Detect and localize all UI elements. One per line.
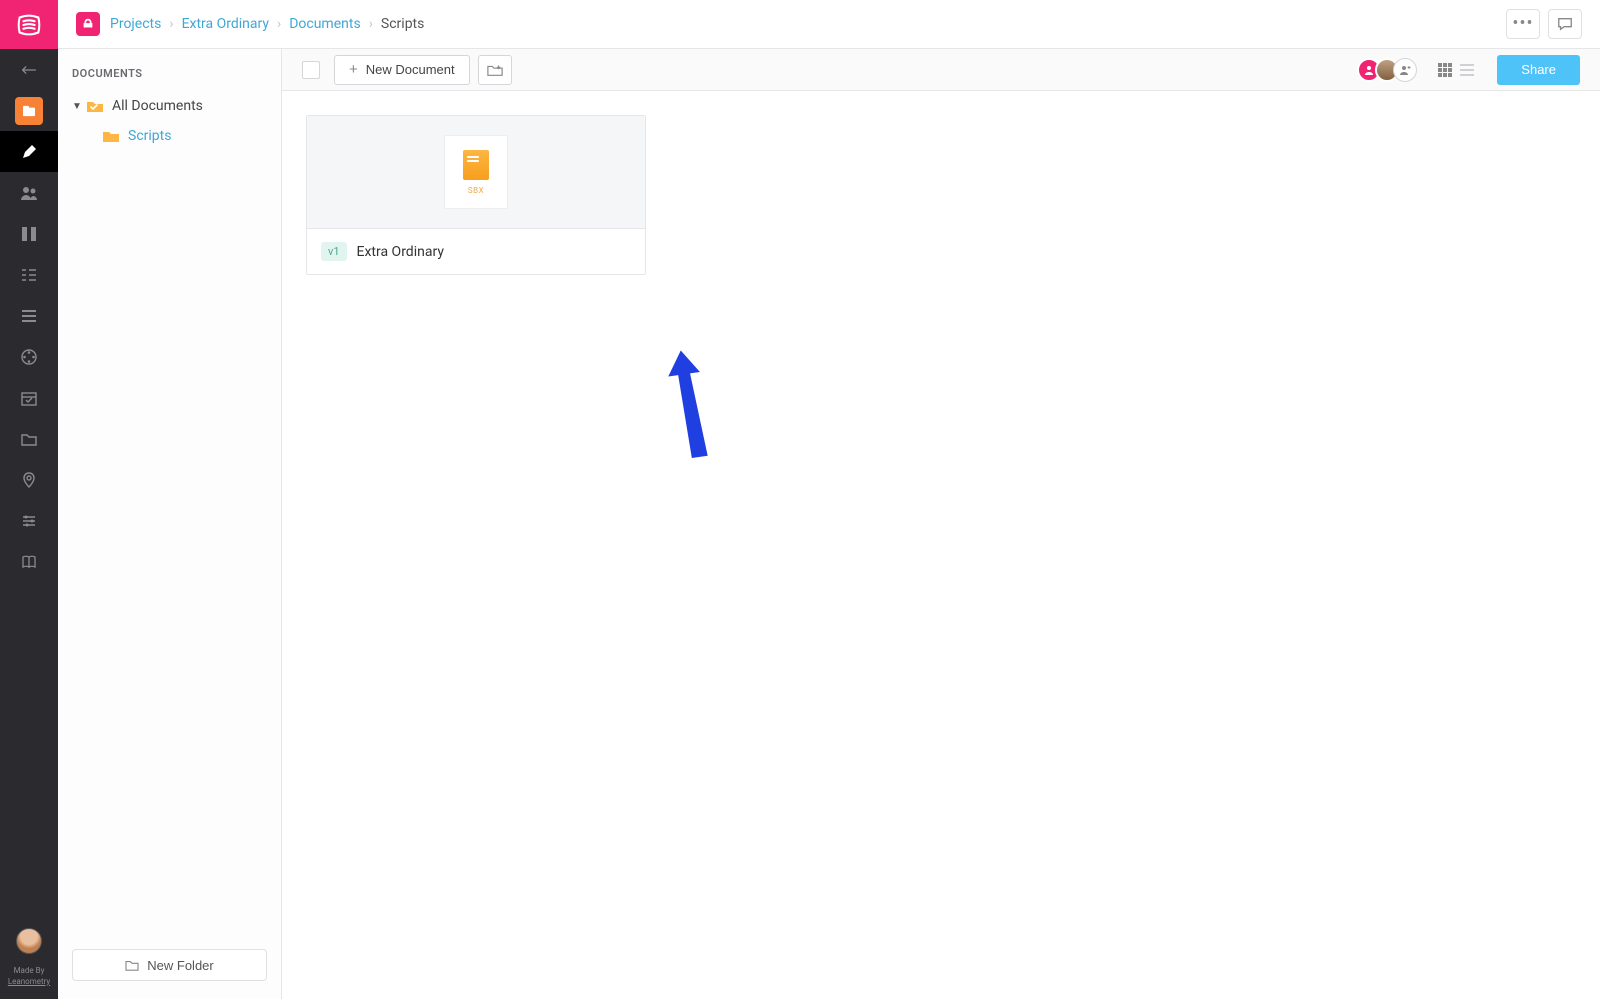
documents-icon [15, 97, 43, 125]
tree-root-label: All Documents [112, 98, 203, 114]
new-document-button[interactable]: + New Document [334, 55, 470, 85]
tree-scripts[interactable]: Scripts [72, 124, 267, 148]
project-badge[interactable] [76, 12, 100, 36]
chat-button[interactable] [1548, 9, 1582, 39]
location-icon[interactable] [0, 459, 58, 500]
pencil-icon[interactable] [0, 131, 58, 172]
grid-view-button[interactable] [1435, 60, 1455, 80]
breadcrumb: Projects › Extra Ordinary › Documents › … [110, 16, 424, 32]
add-collaborator-button[interactable] [1393, 58, 1417, 82]
document-title: Extra Ordinary [357, 244, 444, 260]
chevron-right-icon: › [169, 16, 173, 32]
breadcrumb-project[interactable]: Extra Ordinary [182, 16, 269, 32]
folder-icon [102, 129, 120, 143]
sidebar-item-documents[interactable] [0, 90, 58, 131]
version-badge: v1 [321, 242, 347, 261]
new-folder-label: New Folder [147, 958, 213, 973]
app-logo[interactable] [0, 0, 58, 49]
reel-icon[interactable] [0, 336, 58, 377]
calendar-icon[interactable] [0, 377, 58, 418]
collaborator-avatars [1363, 58, 1417, 82]
new-folder-toolbar-button[interactable] [478, 55, 512, 85]
thumb-tag: SBX [468, 186, 484, 195]
folder-plus-icon [487, 63, 503, 77]
chevron-right-icon: › [369, 16, 373, 32]
made-by-credit: Made By Leanometry [8, 966, 50, 987]
list-view-button[interactable] [1457, 60, 1477, 80]
chat-icon [1556, 16, 1574, 32]
back-arrow-icon[interactable] [0, 49, 58, 90]
list-icon[interactable] [0, 295, 58, 336]
book-icon[interactable] [0, 541, 58, 582]
documents-heading: DOCUMENTS [72, 67, 267, 80]
document-meta: v1 Extra Ordinary [307, 228, 645, 274]
user-avatar[interactable] [16, 928, 42, 954]
more-button[interactable]: ••• [1506, 9, 1540, 39]
new-document-label: New Document [366, 62, 455, 77]
share-button[interactable]: Share [1497, 55, 1580, 85]
plus-icon: + [349, 61, 358, 78]
top-bar: Projects › Extra Ordinary › Documents › … [58, 0, 1600, 49]
folder-outline-icon [125, 959, 139, 971]
breadcrumb-projects[interactable]: Projects [110, 16, 161, 32]
chevron-right-icon: › [277, 16, 281, 32]
main-area: SBX v1 Extra Ordinary [282, 91, 1600, 999]
annotation-arrow [660, 342, 716, 466]
people-icon[interactable] [0, 172, 58, 213]
breadcrumb-current: Scripts [381, 16, 424, 32]
boards-icon[interactable] [0, 213, 58, 254]
user-plus-icon [1399, 64, 1411, 76]
toolbar: + New Document Share [282, 49, 1600, 91]
sliders-icon[interactable] [0, 500, 58, 541]
documents-panel: DOCUMENTS ▼ All Documents Scripts New Fo… [58, 49, 282, 999]
folder-icon[interactable] [0, 418, 58, 459]
tasks-icon[interactable] [0, 254, 58, 295]
view-toggle [1435, 60, 1477, 80]
document-thumbnail: SBX [307, 116, 645, 228]
book-icon [463, 150, 489, 180]
caret-down-icon: ▼ [72, 101, 82, 112]
icon-sidebar: Made By Leanometry [0, 0, 58, 999]
folder-check-icon [86, 99, 104, 113]
tree-all-documents[interactable]: ▼ All Documents [72, 94, 267, 118]
breadcrumb-documents[interactable]: Documents [289, 16, 360, 32]
tree-child-label: Scripts [128, 128, 171, 144]
document-card[interactable]: SBX v1 Extra Ordinary [306, 115, 646, 275]
select-all-checkbox[interactable] [302, 61, 320, 79]
new-folder-button[interactable]: New Folder [72, 949, 267, 981]
